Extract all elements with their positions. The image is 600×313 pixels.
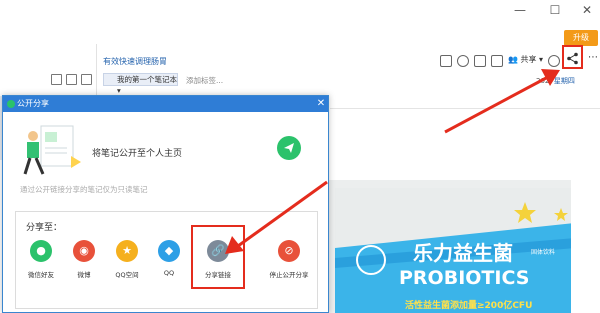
share-item-label: 停止公开分享 — [269, 271, 309, 279]
share-icon-highlight — [562, 45, 583, 69]
note-info-icon[interactable] — [440, 55, 452, 67]
maximize-button[interactable]: ☐ — [547, 2, 563, 18]
share-link-highlight — [191, 225, 245, 289]
notebook-label: 我的第一个笔记本 — [117, 75, 177, 84]
share-item-label: QQ — [163, 269, 175, 277]
note-image: 乐力益生菌 PROBIOTICS 活性益生菌添加量≥200亿CFU 固体饮料 — [329, 180, 571, 313]
weibo-icon: ◉ — [73, 240, 95, 262]
upgrade-button[interactable]: 升级 — [564, 30, 598, 46]
qzone-icon: ★ — [116, 240, 138, 262]
notebook-selector[interactable]: 我的第一个笔记本 ▾ — [103, 73, 178, 95]
note-link-title[interactable]: 有效快速调理肠胃 — [103, 56, 167, 67]
public-share-dialog: 公开分享 ✕ 将笔记公开至个人主页 通过公开链接分享的笔记仅为只读笔记 分享至：… — [2, 95, 329, 313]
share-label: 共享 — [520, 55, 537, 64]
share-to-panel: 分享至： ● 微信好友 ◉ 微博 ★ QQ空间 ◆ QQ 🔗 分享链接 ⊘ 停止… — [15, 211, 318, 309]
weekday-text: 星期四 — [553, 77, 575, 85]
badge-text: 固体饮料 — [531, 248, 555, 256]
format-toolbar — [330, 95, 600, 109]
view-icon[interactable] — [66, 74, 77, 85]
brand-en-text: PROBIOTICS — [399, 267, 529, 289]
app-logo-icon — [7, 100, 15, 108]
qq-icon: ◆ — [158, 240, 180, 262]
more-icon[interactable]: ⋯ — [588, 52, 598, 63]
share-illustration — [23, 125, 81, 175]
minimize-button[interactable]: — — [512, 2, 528, 18]
stop-share-button[interactable]: ⊘ 停止公开分享 — [264, 240, 314, 288]
dialog-close-button[interactable]: ✕ — [314, 96, 328, 112]
year-text: 202 — [536, 77, 550, 85]
comment-icon[interactable] — [491, 55, 503, 67]
share-button[interactable]: 👥 共享 ▾ — [508, 54, 543, 65]
tagline-text: 活性益生菌添加量≥200亿CFU — [405, 299, 532, 311]
send-icon — [284, 143, 294, 153]
add-tag-input[interactable]: 添加标签... — [186, 75, 223, 86]
share-to-label: 分享至： — [26, 223, 63, 233]
dialog-header: 公开分享 — [3, 96, 328, 112]
present-icon[interactable] — [474, 55, 486, 67]
dialog-title: 公开分享 — [17, 99, 49, 108]
publish-button[interactable] — [277, 136, 301, 160]
product-photo: 乐力益生菌 PROBIOTICS 活性益生菌添加量≥200亿CFU 固体饮料 — [335, 188, 571, 313]
upgrade-label: 升级 — [573, 33, 589, 42]
dialog-heading: 将笔记公开至个人主页 — [92, 149, 183, 159]
stop-share-icon: ⊘ — [278, 240, 300, 262]
date-label: 202 星期四 — [536, 76, 575, 86]
wechat-icon: ● — [30, 240, 52, 262]
info-icon[interactable] — [548, 55, 560, 67]
brand-cn-text: 乐力益生菌 — [413, 241, 513, 265]
title-bar: — ☐ ✕ — [0, 0, 600, 22]
sort-icon[interactable] — [51, 74, 62, 85]
share-qq-button[interactable]: ◆ QQ — [144, 240, 194, 288]
history-icon[interactable] — [457, 55, 469, 67]
close-window-button[interactable]: ✕ — [579, 2, 595, 18]
readonly-hint: 通过公开链接分享的笔记仅为只读笔记 — [20, 185, 148, 194]
list-icon[interactable] — [81, 74, 92, 85]
